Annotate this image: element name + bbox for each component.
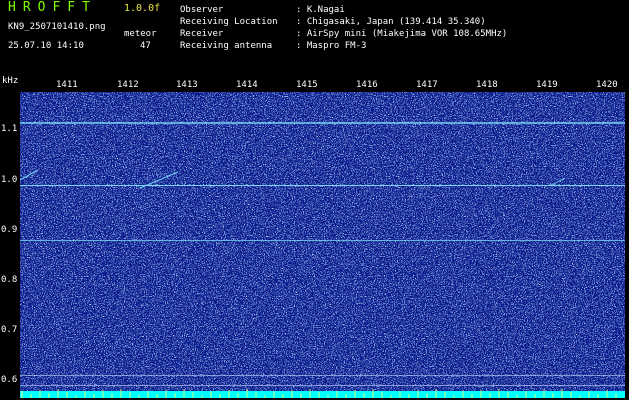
- time-tick-label: 1412: [117, 80, 139, 90]
- time-tick-label: 1411: [56, 80, 78, 90]
- plot-right-border: [625, 92, 629, 398]
- time-tick-label: 1417: [416, 80, 438, 90]
- info-value-receiver: : AirSpy mini (Miakejima VOR 108.65MHz): [296, 29, 508, 39]
- observation-mode: meteor: [124, 29, 157, 39]
- app-title: HROFFT: [8, 0, 97, 15]
- time-tick-label: 1414: [236, 80, 258, 90]
- freq-tick-label: 1.0: [1, 175, 18, 185]
- noise-highlight-layer: [20, 92, 625, 398]
- info-value-antenna: : Maspro FM-3: [296, 41, 367, 51]
- freq-tick-label: 0.9: [1, 225, 18, 235]
- time-tick-label: 1418: [476, 80, 498, 90]
- freq-tick-label: 1.1: [1, 124, 18, 134]
- time-tick-label: 1416: [356, 80, 378, 90]
- meteor-count: 47: [140, 41, 151, 51]
- frequency-axis: 1.1 1.0 0.9 0.8 0.7 0.6: [0, 92, 20, 398]
- time-axis-bar: kHz 1411 1412 1413 1414 1415 1416 1417 1…: [0, 72, 629, 92]
- time-tick-label: 1413: [176, 80, 198, 90]
- freq-tick-label: 0.7: [1, 325, 18, 335]
- observation-datetime: 25.07.10 14:10: [8, 41, 84, 51]
- file-name: KN9_2507101410.png: [8, 22, 106, 32]
- info-key-receiver: Receiver: [180, 29, 224, 39]
- spectrogram-canvas: [20, 92, 625, 398]
- spectrogram-plot: [20, 92, 625, 398]
- header-panel: HROFFT 1.0.0f KN9_2507101410.png meteor …: [0, 0, 629, 72]
- time-tick-label: 1415: [296, 80, 318, 90]
- time-tick-label: 1419: [536, 80, 558, 90]
- info-key-location: Receiving Location: [180, 17, 278, 27]
- info-value-location: : Chigasaki, Japan (139.414 35.340): [296, 17, 486, 27]
- info-key-antenna: Receiving antenna: [180, 41, 273, 51]
- info-key-observer: Observer: [180, 5, 224, 15]
- noise-floor-band: [20, 391, 625, 398]
- freq-tick-label: 0.8: [1, 275, 18, 285]
- axis-unit-label: kHz: [2, 76, 19, 86]
- time-tick-label: 1420: [596, 80, 618, 90]
- freq-tick-label: 0.6: [1, 375, 18, 385]
- app-version: 1.0.0f: [124, 3, 161, 14]
- info-value-observer: : K.Nagai: [296, 5, 345, 15]
